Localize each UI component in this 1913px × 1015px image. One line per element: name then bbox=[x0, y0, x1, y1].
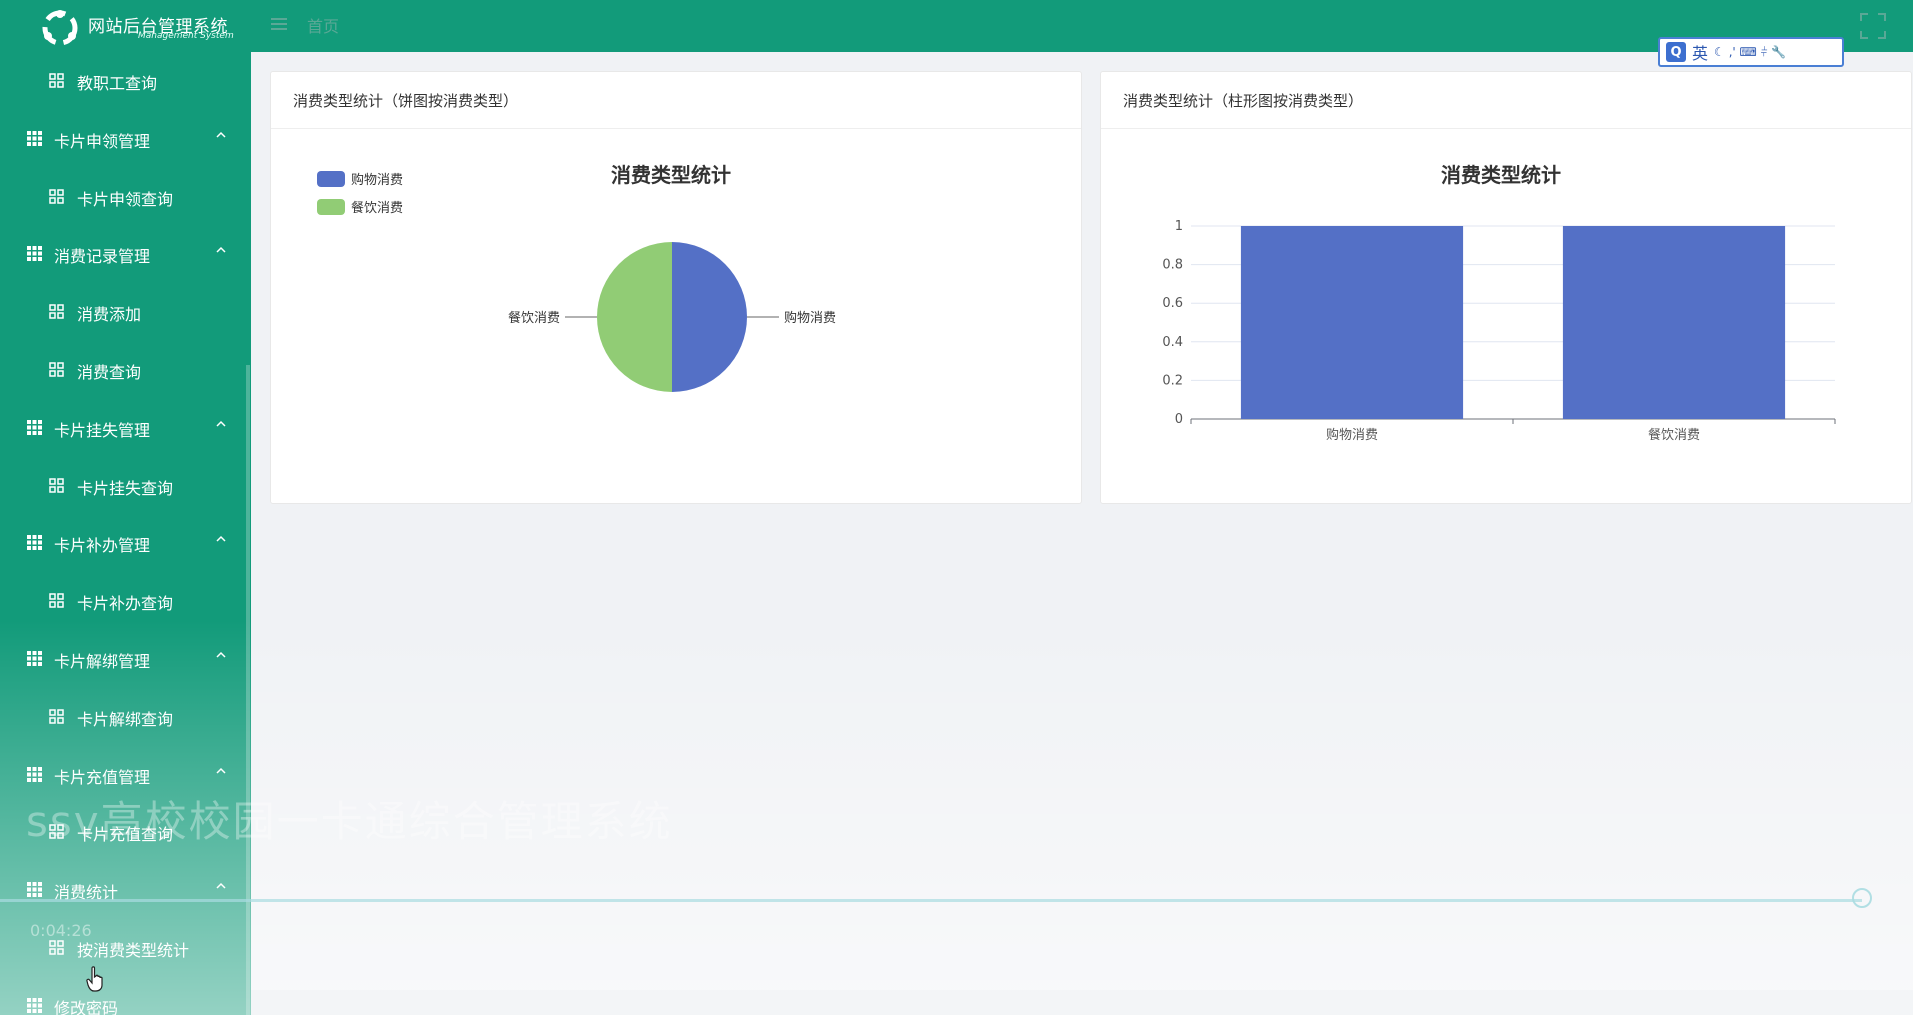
y-tick-label: 1 bbox=[1175, 219, 1183, 234]
chevron-up-icon[interactable] bbox=[214, 243, 228, 257]
grid-icon bbox=[27, 130, 42, 146]
video-progress-bar[interactable] bbox=[0, 899, 1862, 902]
sidebar-item-label: 消费查询 bbox=[77, 362, 142, 382]
sidebar-item-11[interactable]: 卡片解绑查询 bbox=[0, 688, 251, 746]
apps-icon bbox=[49, 709, 64, 724]
y-tick-label: 0.4 bbox=[1162, 335, 1183, 350]
pie-card-header: 消费类型统计（饼图按消费类型） bbox=[271, 72, 1081, 129]
apps-icon bbox=[49, 304, 64, 319]
sidebar-item-5[interactable]: 消费查询 bbox=[0, 341, 251, 399]
sidebar-item-0[interactable]: 教职工查询 bbox=[0, 52, 251, 110]
apps-icon bbox=[49, 940, 64, 955]
video-progress-knob[interactable] bbox=[1852, 888, 1872, 908]
bar[interactable] bbox=[1240, 226, 1464, 419]
ime-tools[interactable]: ☾ ‚' ⌨ ⫩ 🔧 bbox=[1714, 45, 1786, 60]
ime-q-icon[interactable]: Q bbox=[1666, 42, 1686, 62]
bar-card-header: 消费类型统计（柱形图按消费类型） bbox=[1101, 72, 1911, 129]
pie-slice[interactable] bbox=[597, 242, 672, 392]
sidebar-item-label: 卡片申领查询 bbox=[77, 189, 174, 209]
grid-icon bbox=[27, 246, 42, 262]
breadcrumb-home[interactable]: 首页 bbox=[307, 13, 339, 37]
sidebar-group-3[interactable]: 消费记录管理 bbox=[0, 225, 251, 283]
sidebar-item-label: 教职工查询 bbox=[77, 74, 158, 93]
bar-chart: 消费类型统计 0 0.2 0.4 0.6 0.8 1 购物消费 餐饮消费 bbox=[1162, 163, 1836, 443]
bar[interactable] bbox=[1562, 226, 1786, 419]
top-header: 首页 Q 英 ☾ ‚' ⌨ ⫩ 🔧 bbox=[251, 0, 1913, 67]
legend-label: 餐饮消费 bbox=[351, 200, 403, 216]
app-subtitle: Management System bbox=[138, 31, 234, 41]
sidebar-group-14[interactable]: 消费统计 bbox=[0, 861, 251, 919]
pie-chart-title: 消费类型统计 bbox=[611, 163, 731, 187]
sidebar-group-label: 卡片补办管理 bbox=[54, 536, 151, 556]
sidebar-group-label: 消费记录管理 bbox=[54, 247, 151, 267]
ime-toolbar[interactable]: Q 英 ☾ ‚' ⌨ ⫩ 🔧 bbox=[1658, 37, 1844, 67]
grid-icon bbox=[27, 766, 42, 782]
pie-slice[interactable] bbox=[672, 242, 747, 392]
sidebar-group-label: 修改密码 bbox=[54, 998, 119, 1015]
chevron-up-icon[interactable] bbox=[214, 417, 228, 431]
sidebar-scrollbar[interactable] bbox=[246, 365, 250, 1015]
sidebar-group-16[interactable]: 修改密码 bbox=[0, 977, 251, 1015]
sidebar-item-label: 消费添加 bbox=[77, 305, 142, 325]
video-timecode: 0:04:26 bbox=[30, 921, 92, 940]
logo[interactable]: 网站后台管理系统 Management System bbox=[0, 0, 251, 52]
fullscreen-icon[interactable] bbox=[1859, 12, 1887, 40]
apps-icon bbox=[49, 593, 64, 608]
apps-icon bbox=[49, 477, 64, 493]
chevron-up-icon[interactable] bbox=[214, 128, 228, 142]
legend-label: 购物消费 bbox=[351, 172, 403, 188]
chevron-up-icon[interactable] bbox=[214, 879, 228, 893]
grid-icon bbox=[27, 419, 42, 435]
sidebar-group-1[interactable]: 卡片申领管理 bbox=[0, 110, 251, 168]
x-tick-label: 餐饮消费 bbox=[1648, 427, 1700, 443]
grid-icon bbox=[27, 535, 42, 551]
sidebar-group-6[interactable]: 卡片挂失管理 bbox=[0, 399, 251, 457]
sidebar-item-label: 卡片解绑查询 bbox=[77, 709, 174, 729]
bar-chart-card: 消费类型统计（柱形图按消费类型） 消费类型统计 0 0.2 0.4 0.6 0.8 1 购物消… bbox=[1100, 71, 1912, 504]
logo-icon bbox=[42, 10, 78, 46]
hand-cursor-icon bbox=[86, 966, 103, 992]
legend-swatch[interactable] bbox=[317, 171, 345, 187]
pie-slice-label: 餐饮消费 bbox=[508, 310, 560, 326]
chevron-up-icon[interactable] bbox=[214, 764, 228, 778]
apps-icon bbox=[49, 188, 64, 204]
x-tick-label: 购物消费 bbox=[1326, 427, 1378, 443]
sidebar-group-label: 卡片申领管理 bbox=[54, 131, 151, 151]
ime-language-toggle[interactable]: 英 bbox=[1692, 40, 1708, 64]
apps-icon bbox=[49, 362, 64, 377]
sidebar-item-label: 卡片挂失查询 bbox=[77, 478, 174, 498]
y-tick-label: 0 bbox=[1175, 412, 1183, 427]
sidebar-item-7[interactable]: 卡片挂失查询 bbox=[0, 457, 251, 515]
grid-icon bbox=[27, 882, 42, 898]
sidebar-group-label: 卡片挂失管理 bbox=[54, 420, 151, 440]
sidebar: 网站后台管理系统 Management System 教职工查询 卡片申领管理 卡片… bbox=[0, 0, 251, 1015]
chevron-up-icon[interactable] bbox=[214, 648, 228, 662]
sidebar-group-label: 卡片充值管理 bbox=[54, 767, 151, 787]
sidebar-item-label: 卡片补办查询 bbox=[77, 594, 174, 614]
pie-chart-card: 消费类型统计（饼图按消费类型） 消费类型统计 购物消费 餐饮消费 购物消费 餐饮消费 bbox=[270, 71, 1082, 504]
sidebar-item-4[interactable]: 消费添加 bbox=[0, 283, 251, 341]
sidebar-item-label: 按消费类型统计 bbox=[77, 940, 190, 960]
pie-chart: 消费类型统计购物消费餐饮消费购物消费餐饮消费 bbox=[317, 163, 836, 392]
sidebar-group-8[interactable]: 卡片补办管理 bbox=[0, 514, 251, 572]
sidebar-group-label: 卡片解绑管理 bbox=[54, 651, 151, 671]
y-tick-label: 0.6 bbox=[1162, 296, 1183, 311]
bar-chart-title: 消费类型统计 bbox=[1441, 163, 1561, 187]
sidebar-group-10[interactable]: 卡片解绑管理 bbox=[0, 630, 251, 688]
grid-icon bbox=[27, 650, 42, 666]
chevron-up-icon[interactable] bbox=[214, 532, 228, 546]
apps-icon bbox=[49, 73, 64, 88]
legend-swatch[interactable] bbox=[317, 199, 345, 215]
menu-toggle-icon[interactable] bbox=[271, 17, 287, 31]
pie-slice-label: 购物消费 bbox=[784, 310, 836, 326]
sidebar-item-9[interactable]: 卡片补办查询 bbox=[0, 572, 251, 630]
video-controls-bar bbox=[251, 990, 1913, 1015]
sidebar-item-2[interactable]: 卡片申领查询 bbox=[0, 168, 251, 226]
y-tick-label: 0.2 bbox=[1162, 373, 1183, 388]
sidebar-menu: 教职工查询卡片申领管理卡片申领查询消费记录管理消费添加消费查询卡片挂失管理卡片挂… bbox=[0, 52, 251, 1015]
y-tick-label: 0.8 bbox=[1162, 258, 1183, 273]
video-caption: ssv高校校园一卡通综合管理系统 bbox=[26, 797, 673, 846]
grid-icon bbox=[27, 997, 42, 1013]
